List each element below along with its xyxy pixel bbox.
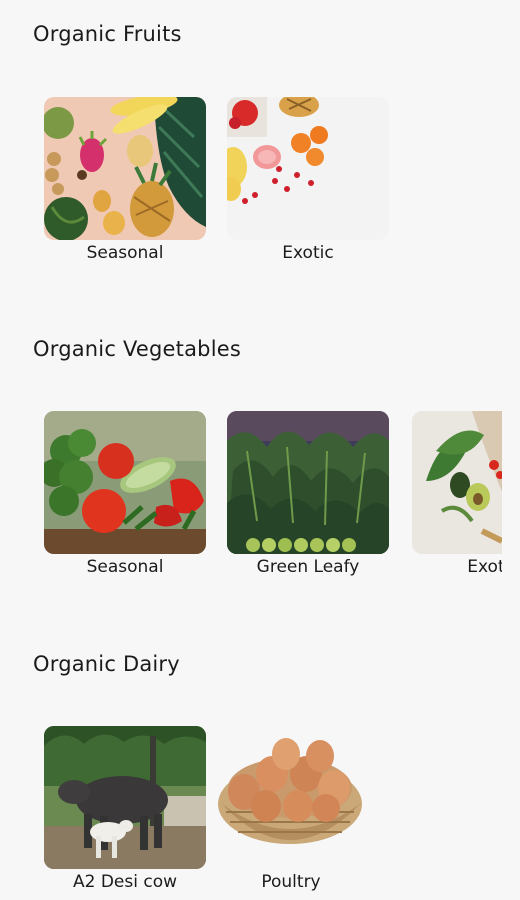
category-card-poultry[interactable]: Poultry xyxy=(210,726,372,898)
category-card-seasonal-fruits[interactable]: Seasonal xyxy=(44,97,206,269)
category-label: Poultry xyxy=(261,872,321,892)
category-label: Exotic xyxy=(467,557,502,577)
desi-cow-image xyxy=(44,726,206,869)
category-screen: Organic Fruits Seasonal Exotic Organic V… xyxy=(0,0,520,900)
vegetables-row-viewport: Exotic xyxy=(0,400,502,600)
section-title-fruits: Organic Fruits xyxy=(33,22,182,46)
exotic-fruits-image xyxy=(227,97,389,240)
section-title-vegetables: Organic Vegetables xyxy=(33,337,241,361)
category-label: Seasonal xyxy=(86,243,164,263)
seasonal-fruits-image xyxy=(44,97,206,240)
category-card-exotic-vegetables[interactable]: Exotic xyxy=(412,411,502,583)
exotic-vegetables-image xyxy=(412,411,502,554)
category-card-exotic-fruits[interactable]: Exotic xyxy=(227,97,389,269)
category-label: Exotic xyxy=(282,243,334,263)
category-label: A2 Desi cow xyxy=(72,872,178,892)
category-card-a2-desi-cow[interactable]: A2 Desi cow xyxy=(44,726,206,898)
section-title-dairy: Organic Dairy xyxy=(33,652,180,676)
eggs-basket-image xyxy=(210,726,372,869)
